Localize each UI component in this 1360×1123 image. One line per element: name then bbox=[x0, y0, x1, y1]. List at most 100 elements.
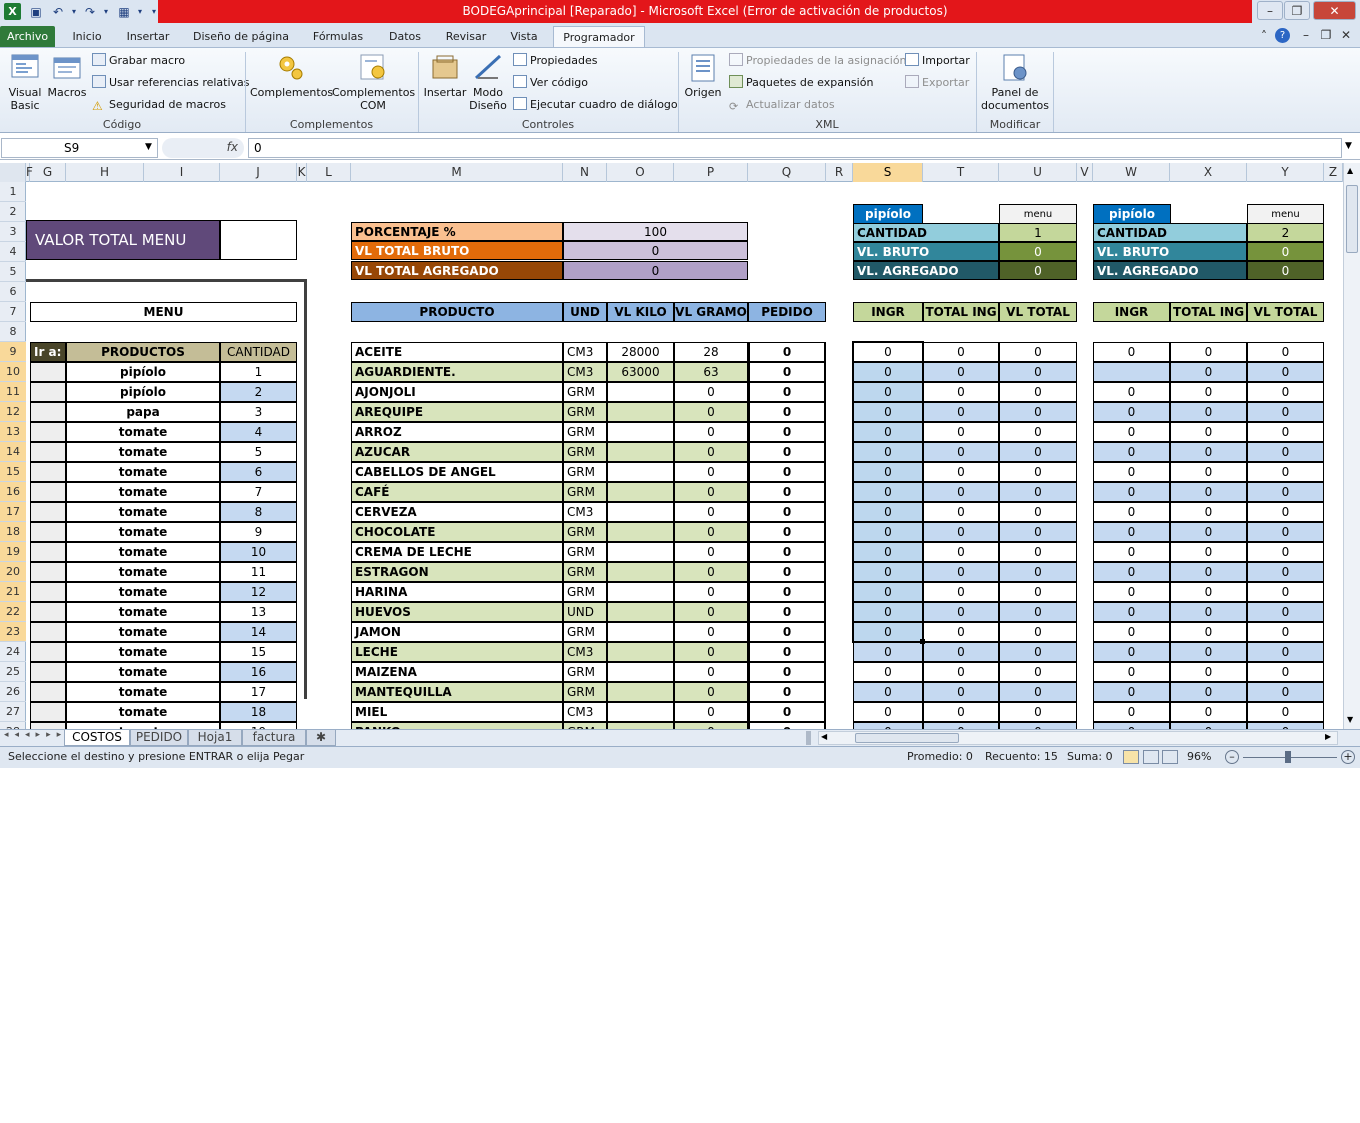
product-vl-gramo[interactable]: 0 bbox=[674, 462, 748, 482]
block-vl-total-cell[interactable]: 0 bbox=[999, 602, 1077, 622]
product-vl-kilo[interactable] bbox=[607, 382, 674, 402]
porcentaje-value[interactable]: 100 bbox=[563, 222, 748, 241]
product-und[interactable]: CM3 bbox=[563, 362, 607, 382]
block-total-ing-cell[interactable]: 0 bbox=[1170, 662, 1247, 682]
menu-item-producto[interactable]: papa bbox=[66, 402, 220, 422]
product-und[interactable]: GRM bbox=[563, 582, 607, 602]
menu-item-producto[interactable]: tomate bbox=[66, 442, 220, 462]
product-name[interactable]: CERVEZA bbox=[351, 502, 563, 522]
expand-formula-bar-icon[interactable]: ▼ bbox=[1345, 141, 1352, 151]
block-header-vl-total[interactable]: VL TOTAL bbox=[1247, 302, 1324, 322]
scroll-up-icon[interactable]: ▲ bbox=[1347, 166, 1353, 175]
propiedades-asignacion-button[interactable]: Propiedades de la asignación bbox=[729, 52, 907, 70]
menu-goto-cell[interactable] bbox=[30, 382, 66, 402]
menu-item-cantidad[interactable]: 6 bbox=[220, 462, 297, 482]
menu-item-cantidad[interactable]: 8 bbox=[220, 502, 297, 522]
menu-item-producto[interactable]: tomate bbox=[66, 642, 220, 662]
block-ingr-cell[interactable]: 0 bbox=[853, 522, 923, 542]
product-vl-kilo[interactable]: 63000 bbox=[607, 362, 674, 382]
block-ingr-cell[interactable]: 0 bbox=[1093, 442, 1170, 462]
block-vl-total-cell[interactable]: 0 bbox=[1247, 522, 1324, 542]
product-vl-gramo[interactable]: 0 bbox=[674, 502, 748, 522]
product-vl-kilo[interactable] bbox=[607, 682, 674, 702]
product-pedido[interactable]: 0 bbox=[748, 482, 826, 502]
tab-datos[interactable]: Datos bbox=[381, 26, 429, 47]
referencias-relativas-button[interactable]: Usar referencias relativas bbox=[92, 74, 250, 92]
menu-goto-cell[interactable] bbox=[30, 702, 66, 722]
block-ingr-cell[interactable] bbox=[1093, 362, 1170, 382]
block-ingr-cell[interactable]: 0 bbox=[853, 362, 923, 382]
product-und[interactable]: GRM bbox=[563, 682, 607, 702]
product-und[interactable]: CM3 bbox=[563, 702, 607, 722]
block-ingr-cell[interactable]: 0 bbox=[853, 582, 923, 602]
name-box[interactable]: S9 bbox=[1, 138, 158, 158]
product-pedido[interactable]: 0 bbox=[748, 422, 826, 442]
product-pedido[interactable]: 0 bbox=[748, 442, 826, 462]
product-name[interactable]: MAIZENA bbox=[351, 662, 563, 682]
menu-item-cantidad[interactable]: 13 bbox=[220, 602, 297, 622]
doc-minimize-icon[interactable]: – bbox=[1298, 27, 1314, 43]
menu-item-producto[interactable]: tomate bbox=[66, 462, 220, 482]
product-vl-kilo[interactable] bbox=[607, 442, 674, 462]
block-total-ing-cell[interactable]: 0 bbox=[1170, 542, 1247, 562]
block-total-ing-cell[interactable]: 0 bbox=[1170, 562, 1247, 582]
tab-diseno-pagina[interactable]: Diseño de página bbox=[187, 26, 295, 47]
product-vl-kilo[interactable] bbox=[607, 622, 674, 642]
block-vl-total-cell[interactable]: 0 bbox=[1247, 402, 1324, 422]
block-vl-total-cell[interactable]: 0 bbox=[1247, 342, 1324, 362]
tab-inicio[interactable]: Inicio bbox=[63, 26, 111, 47]
block-total-ing-cell[interactable]: 0 bbox=[923, 642, 999, 662]
valor-total-menu-value[interactable] bbox=[220, 220, 297, 260]
block-total-ing-cell[interactable]: 0 bbox=[923, 422, 999, 442]
vl-total-bruto-label[interactable]: VL TOTAL BRUTO bbox=[351, 241, 563, 260]
block-total-ing-cell[interactable]: 0 bbox=[923, 582, 999, 602]
product-name[interactable]: JAMON bbox=[351, 622, 563, 642]
menu-item-cantidad[interactable]: 1 bbox=[220, 362, 297, 382]
close-button[interactable]: ✕ bbox=[1313, 1, 1356, 20]
block-header-ingr[interactable]: INGR bbox=[853, 302, 923, 322]
menu-goto-cell[interactable] bbox=[30, 462, 66, 482]
tab-archivo[interactable]: Archivo bbox=[0, 26, 55, 47]
product-vl-gramo[interactable]: 0 bbox=[674, 382, 748, 402]
product-vl-kilo[interactable] bbox=[607, 642, 674, 662]
block-header-ingr[interactable]: INGR bbox=[1093, 302, 1170, 322]
macros-button[interactable]: Macros bbox=[47, 52, 87, 99]
menu-item-cantidad[interactable]: 11 bbox=[220, 562, 297, 582]
tab-revisar[interactable]: Revisar bbox=[439, 26, 493, 47]
block-total-ing-cell[interactable]: 0 bbox=[923, 342, 999, 362]
sheet-tab-factura[interactable]: factura bbox=[242, 730, 306, 746]
product-vl-gramo[interactable]: 63 bbox=[674, 362, 748, 382]
block-vl-total-cell[interactable]: 0 bbox=[999, 362, 1077, 382]
block-vl-total-cell[interactable]: 0 bbox=[1247, 602, 1324, 622]
block-ingr-cell[interactable]: 0 bbox=[1093, 382, 1170, 402]
block-vl-total-cell[interactable]: 0 bbox=[999, 622, 1077, 642]
block-vl-total-cell[interactable]: 0 bbox=[1247, 422, 1324, 442]
block-total-ing-cell[interactable]: 0 bbox=[1170, 602, 1247, 622]
block-ingr-cell[interactable]: 0 bbox=[1093, 462, 1170, 482]
product-vl-gramo[interactable]: 0 bbox=[674, 642, 748, 662]
block-total-ing-cell[interactable]: 0 bbox=[923, 502, 999, 522]
product-vl-kilo[interactable] bbox=[607, 662, 674, 682]
block-total-ing-cell[interactable]: 0 bbox=[1170, 342, 1247, 362]
product-pedido[interactable]: 0 bbox=[748, 382, 826, 402]
block-total-ing-cell[interactable]: 0 bbox=[1170, 642, 1247, 662]
block-total-ing-cell[interactable]: 0 bbox=[923, 562, 999, 582]
menu-item-producto[interactable]: tomate bbox=[66, 662, 220, 682]
vertical-scroll-thumb[interactable] bbox=[1346, 185, 1358, 253]
product-und[interactable]: GRM bbox=[563, 722, 607, 729]
menu-goto-cell[interactable] bbox=[30, 722, 66, 729]
tab-formulas[interactable]: Fórmulas bbox=[305, 26, 371, 47]
block-ingr-cell[interactable]: 0 bbox=[853, 442, 923, 462]
menu-item-cantidad[interactable]: 14 bbox=[220, 622, 297, 642]
product-vl-gramo[interactable]: 0 bbox=[674, 562, 748, 582]
block-bruto-label[interactable]: VL. BRUTO bbox=[1093, 242, 1247, 261]
block-ingr-cell[interactable]: 0 bbox=[853, 382, 923, 402]
menu-item-cantidad[interactable]: 15 bbox=[220, 642, 297, 662]
product-name[interactable]: AJONJOLI bbox=[351, 382, 563, 402]
block-header-vl-total[interactable]: VL TOTAL bbox=[999, 302, 1077, 322]
block-total-ing-cell[interactable]: 0 bbox=[923, 442, 999, 462]
panel-border-right[interactable] bbox=[304, 279, 307, 699]
block-ingr-cell[interactable]: 0 bbox=[853, 562, 923, 582]
vl-total-agregado-label[interactable]: VL TOTAL AGREGADO bbox=[351, 261, 563, 280]
menu-item-cantidad[interactable]: 5 bbox=[220, 442, 297, 462]
